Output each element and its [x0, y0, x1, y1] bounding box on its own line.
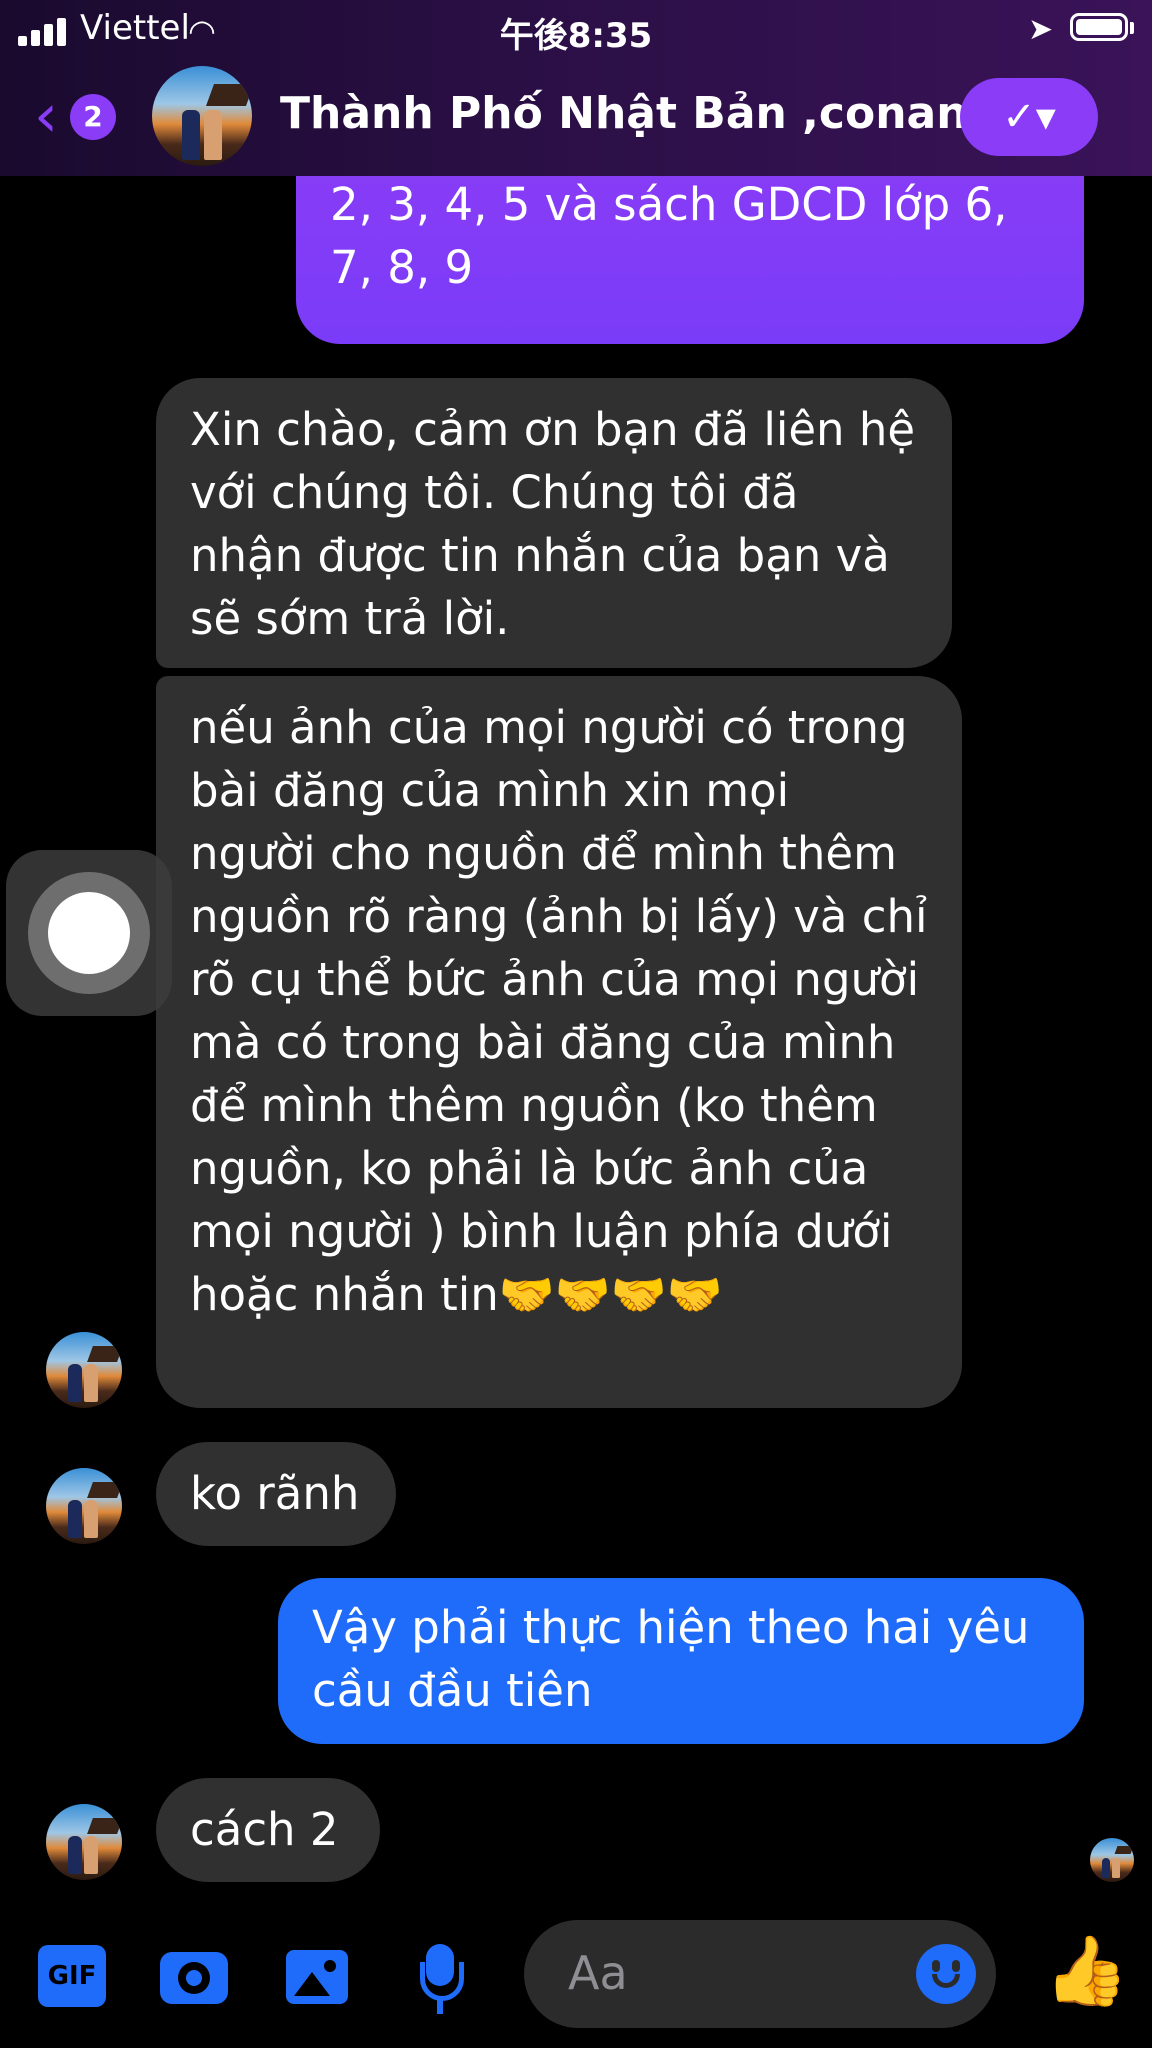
camera-icon[interactable] — [160, 1952, 228, 2004]
message-bubble-incoming[interactable]: nếu ảnh của mọi người có trong bài đăng … — [156, 676, 962, 1408]
battery-icon — [1070, 13, 1128, 41]
message-bubble-incoming[interactable]: Xin chào, cảm ơn bạn đã liên hệ với chún… — [156, 378, 952, 668]
seen-receipt-avatar — [1090, 1838, 1134, 1882]
back-chevron-icon[interactable]: ‹ — [34, 86, 58, 146]
message-input[interactable]: Aa — [524, 1920, 996, 2028]
message-text: Vậy phải thực hiện theo hai yêu cầu đầu … — [312, 1601, 1030, 1717]
message-text: Xin chào, cảm ơn bạn đã liên hệ với chún… — [190, 403, 916, 645]
conversation-title[interactable]: Thành Phố Nhật Bản ,conan — [280, 88, 968, 139]
message-input-placeholder: Aa — [568, 1946, 628, 2000]
contact-avatar[interactable] — [46, 1804, 122, 1880]
microphone-icon[interactable] — [420, 1944, 464, 2014]
assistive-touch-button[interactable] — [6, 850, 172, 1016]
location-arrow-icon: ➤ — [1028, 12, 1054, 47]
message-text: nếu ảnh của mọi người có trong bài đăng … — [190, 701, 928, 1321]
conversation-avatar[interactable] — [152, 66, 252, 166]
contact-avatar[interactable] — [46, 1468, 122, 1544]
message-bubble-outgoing[interactable]: Vậy phải thực hiện theo hai yêu cầu đầu … — [278, 1578, 1084, 1744]
emoji-icon[interactable] — [916, 1944, 976, 2004]
battery-tip — [1130, 22, 1134, 34]
message-bubble-incoming[interactable]: cách 2 — [156, 1778, 380, 1882]
status-time: 午後8:35 — [499, 16, 653, 56]
message-bubble-incoming[interactable]: ko rãnh — [156, 1442, 396, 1546]
assistive-touch-core — [48, 892, 130, 974]
check-dropdown-icon[interactable]: ✓▾ — [960, 78, 1098, 156]
gif-icon[interactable]: GIF — [38, 1945, 106, 2007]
photo-icon[interactable] — [286, 1950, 348, 2004]
unread-badge[interactable]: 2 — [70, 94, 116, 140]
contact-avatar[interactable] — [46, 1332, 122, 1408]
conversation-header: Viettel ◠ 午後8:35 ➤ ‹ 2 Thành Phố Nhật Bả… — [0, 0, 1152, 176]
message-text: ko rãnh — [190, 1467, 360, 1520]
thumbs-up-icon[interactable]: 👍 — [1044, 1938, 1129, 2006]
message-text: cách 2 — [190, 1803, 339, 1856]
